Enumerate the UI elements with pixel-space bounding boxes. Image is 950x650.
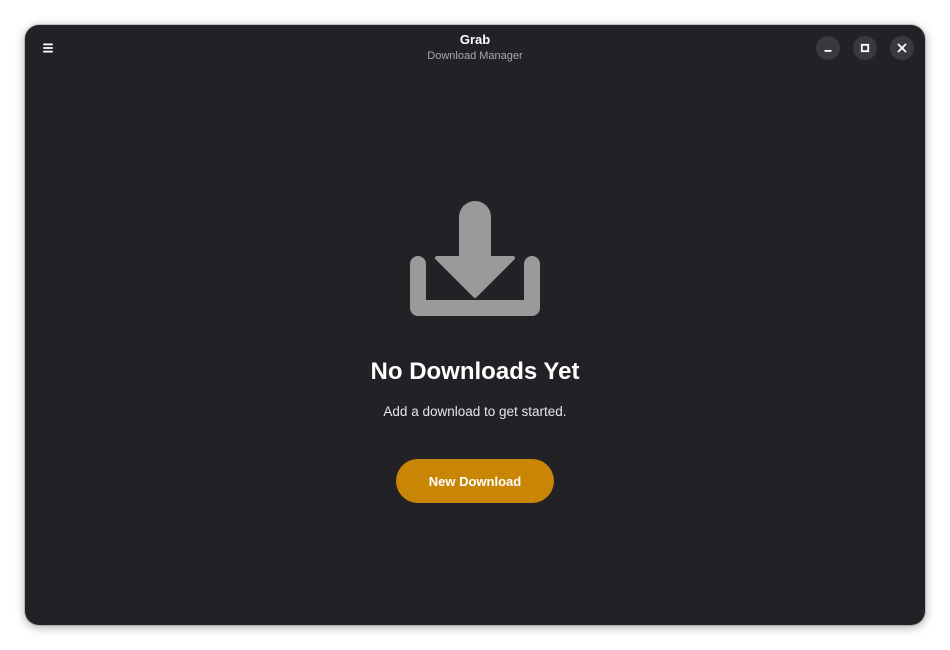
- app-window: Grab Download Manager No Downloads Yet A…: [25, 25, 925, 625]
- download-icon: [410, 201, 540, 316]
- new-download-button[interactable]: New Download: [396, 459, 554, 503]
- empty-state: No Downloads Yet Add a download to get s…: [25, 25, 925, 625]
- empty-state-description: Add a download to get started.: [383, 404, 567, 419]
- empty-state-title: No Downloads Yet: [370, 358, 580, 385]
